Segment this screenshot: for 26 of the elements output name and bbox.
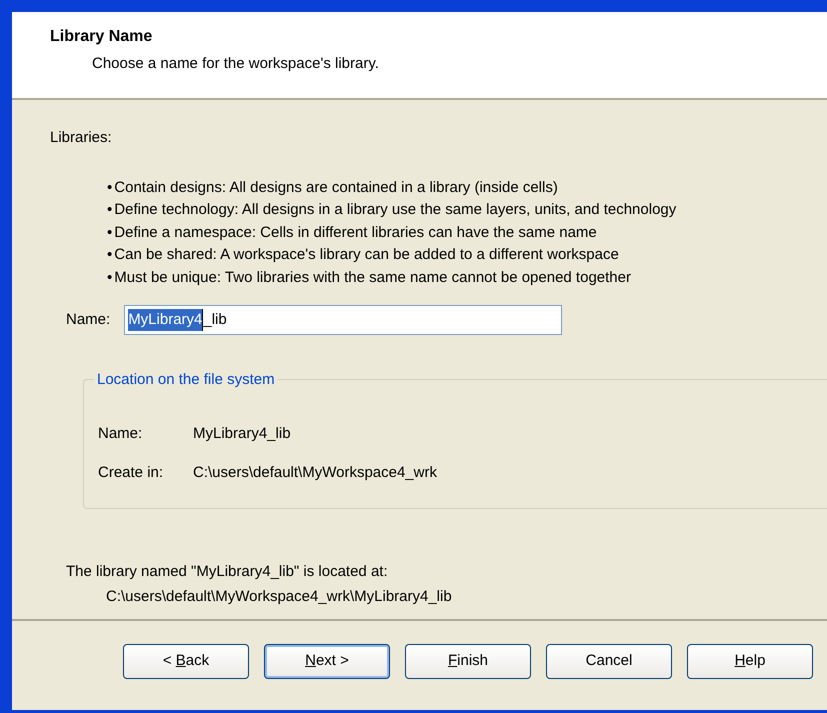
name-field[interactable]: MyLibrary4_lib: [124, 305, 562, 335]
bullet-mark: •: [107, 245, 112, 265]
info-label: Name:: [98, 424, 144, 444]
info-label: Create in:: [98, 462, 164, 482]
wizard-button[interactable]: Next >: [264, 644, 390, 679]
bullet-mark: •: [107, 268, 112, 288]
bullet-text: Can be shared: A workspace's library can be added to a different workspace: [114, 245, 619, 265]
bullet-text: Define a namespace: Cells in different libraries can have the same name: [114, 222, 597, 242]
bullet-text: Must be unique: Two libraries with the same name cannot be opened together: [114, 268, 631, 288]
page-title: Library Name: [50, 27, 152, 47]
bullet-text: Define technology: All designs in a library use the same layers, units, and technology: [114, 200, 676, 220]
bullet-text: Contain designs: All designs are contained in a library (inside cells): [114, 178, 558, 198]
path-text: C:\users\default\MyWorkspace4_wrk\MyLibrary4_lib: [106, 586, 452, 606]
bullet-mark: •: [107, 178, 112, 198]
wizard-button[interactable]: Cancel: [546, 644, 672, 679]
info-value: C:\users\default\MyWorkspace4_wrk: [193, 462, 437, 482]
bullet-mark: •: [107, 200, 112, 220]
info-value: MyLibrary4_lib: [193, 424, 291, 444]
wizard-button[interactable]: Finish: [405, 644, 531, 679]
field-label: Name:: [66, 310, 110, 330]
page-subtitle: Choose a name for the workspace's library.: [92, 54, 379, 74]
bullet-mark: •: [107, 222, 112, 242]
wizard-button[interactable]: < Back: [123, 644, 249, 679]
summary-text: The library named "MyLibrary4_lib" is located at:: [66, 562, 388, 582]
section-label: Libraries:: [50, 128, 112, 148]
wizard-button[interactable]: Help: [687, 644, 813, 679]
